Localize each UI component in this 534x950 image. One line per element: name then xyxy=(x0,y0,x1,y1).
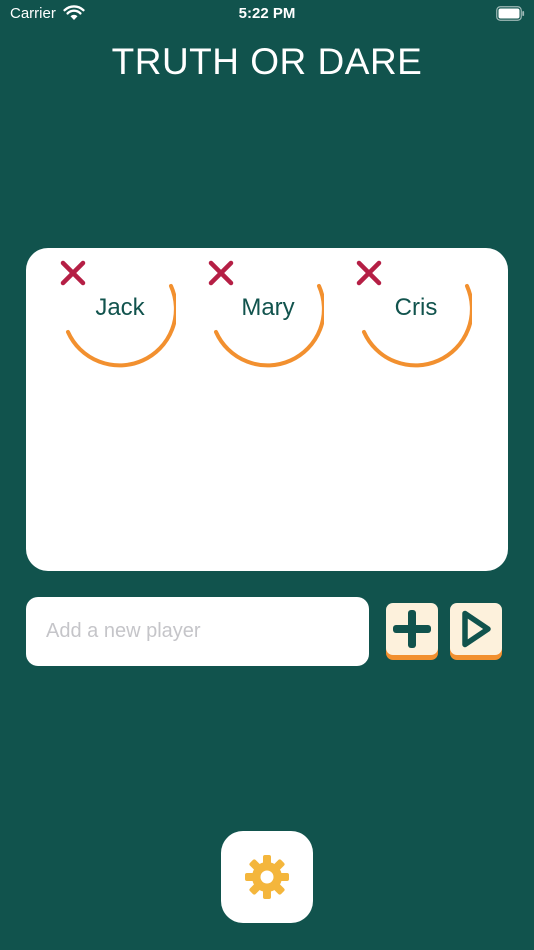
player-chip[interactable]: Cris xyxy=(356,260,472,372)
start-game-button[interactable] xyxy=(450,603,502,660)
battery-icon xyxy=(496,6,525,21)
status-time: 5:22 PM xyxy=(238,5,296,22)
player-name: Mary xyxy=(241,294,295,321)
player-chip[interactable]: Mary xyxy=(208,260,324,372)
player-name: Cris xyxy=(394,294,438,321)
gear-icon xyxy=(245,855,289,899)
new-player-input[interactable] xyxy=(26,597,369,666)
settings-button[interactable] xyxy=(221,831,313,923)
close-icon[interactable] xyxy=(58,258,88,288)
player-name: Jack xyxy=(95,294,145,321)
add-player-button[interactable] xyxy=(386,603,438,660)
player-chip[interactable]: Jack xyxy=(60,260,176,372)
status-bar: Carrier 5:22 PM xyxy=(0,0,534,28)
players-panel: Jack Mary Cris xyxy=(26,248,508,571)
close-icon[interactable] xyxy=(206,258,236,288)
close-icon[interactable] xyxy=(354,258,384,288)
page-title: TRUTH OR DARE xyxy=(111,41,423,82)
